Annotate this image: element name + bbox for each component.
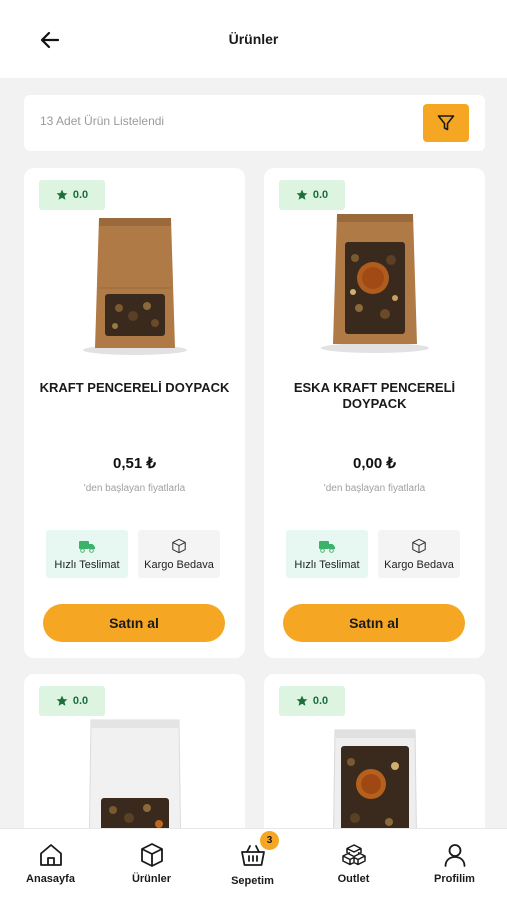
rating-value: 0.0: [312, 695, 329, 707]
results-bar: 13 Adet Ürün Listelendi: [24, 95, 485, 151]
nav-products[interactable]: Ürünler: [101, 829, 202, 900]
star-icon: [296, 695, 308, 706]
rating-badge: 0.0: [279, 180, 345, 210]
product-name: KRAFT PENCERELİ DOYPACK: [39, 380, 230, 395]
fast-delivery-badge: Hızlı Teslimat: [46, 530, 128, 578]
product-image[interactable]: [315, 722, 435, 828]
product-grid: 0.0 KRAFT PENCERELİ DOYPACK 0,51 ₺ 'den …: [0, 168, 507, 828]
nav-label: Sepetim: [231, 875, 274, 887]
price-note: 'den başlayan fiyatlarla: [83, 483, 186, 494]
nav-label: Profilim: [434, 873, 475, 885]
free-shipping-badge: Kargo Bedava: [378, 530, 460, 578]
star-icon: [56, 695, 68, 706]
page-title: Ürünler: [228, 31, 279, 47]
free-shipping-badge: Kargo Bedava: [138, 530, 220, 578]
product-card[interactable]: 0.0 KRAFT PENCERELİ DOYPACK 0,51 ₺ 'den …: [24, 168, 245, 658]
results-count: 13 Adet Ürün Listelendi: [40, 114, 165, 128]
rating-value: 0.0: [72, 695, 89, 707]
bottom-nav: Anasayfa Ürünler 3 Sepetim Outlet Profil…: [0, 828, 507, 900]
buy-button[interactable]: Satın al: [43, 604, 225, 642]
nav-home[interactable]: Anasayfa: [0, 829, 101, 900]
rating-badge: 0.0: [39, 180, 105, 210]
boxes-icon: [341, 844, 366, 866]
truck-icon: [79, 540, 95, 553]
product-image[interactable]: [75, 714, 195, 828]
product-name: ESKA KRAFT PENCERELİ DOYPACK: [293, 380, 456, 411]
feature-label: Kargo Bedava: [384, 558, 454, 571]
price-note: 'den başlayan fiyatlarla: [323, 483, 426, 494]
rating-value: 0.0: [72, 189, 89, 201]
product-card[interactable]: 0.0: [24, 674, 245, 828]
product-card[interactable]: 0.0: [264, 674, 485, 828]
filter-icon: [437, 115, 455, 131]
box-icon: [140, 843, 163, 867]
nav-profile[interactable]: Profilim: [404, 829, 505, 900]
product-image[interactable]: [315, 208, 435, 358]
box-icon: [172, 538, 186, 553]
star-icon: [296, 189, 308, 200]
nav-label: Anasayfa: [26, 873, 75, 885]
feature-label: Hızlı Teslimat: [54, 558, 120, 571]
nav-outlet[interactable]: Outlet: [303, 829, 404, 900]
user-icon: [444, 844, 465, 867]
product-price: 0,00 ₺: [353, 455, 396, 472]
nav-cart[interactable]: 3 Sepetim: [202, 829, 303, 900]
feature-label: Kargo Bedava: [144, 558, 214, 571]
feature-label: Hızlı Teslimat: [294, 558, 360, 571]
cart-count-badge: 3: [260, 831, 279, 850]
product-price: 0,51 ₺: [113, 455, 156, 472]
star-icon: [56, 189, 68, 200]
filter-button[interactable]: [423, 104, 469, 142]
nav-label: Outlet: [337, 873, 370, 885]
rating-badge: 0.0: [279, 686, 345, 716]
nav-label: Ürünler: [131, 873, 172, 885]
buy-button[interactable]: Satın al: [283, 604, 465, 642]
fast-delivery-badge: Hızlı Teslimat: [286, 530, 368, 578]
product-card[interactable]: 0.0 ESKA KRAFT PENCERELİ DOYPACK 0,00 ₺ …: [264, 168, 485, 658]
product-image[interactable]: [75, 208, 195, 358]
home-icon: [39, 844, 62, 866]
app-header: Ürünler: [0, 0, 507, 78]
truck-icon: [319, 540, 335, 553]
rating-badge: 0.0: [39, 686, 105, 716]
rating-value: 0.0: [312, 189, 329, 201]
box-icon: [412, 538, 426, 553]
